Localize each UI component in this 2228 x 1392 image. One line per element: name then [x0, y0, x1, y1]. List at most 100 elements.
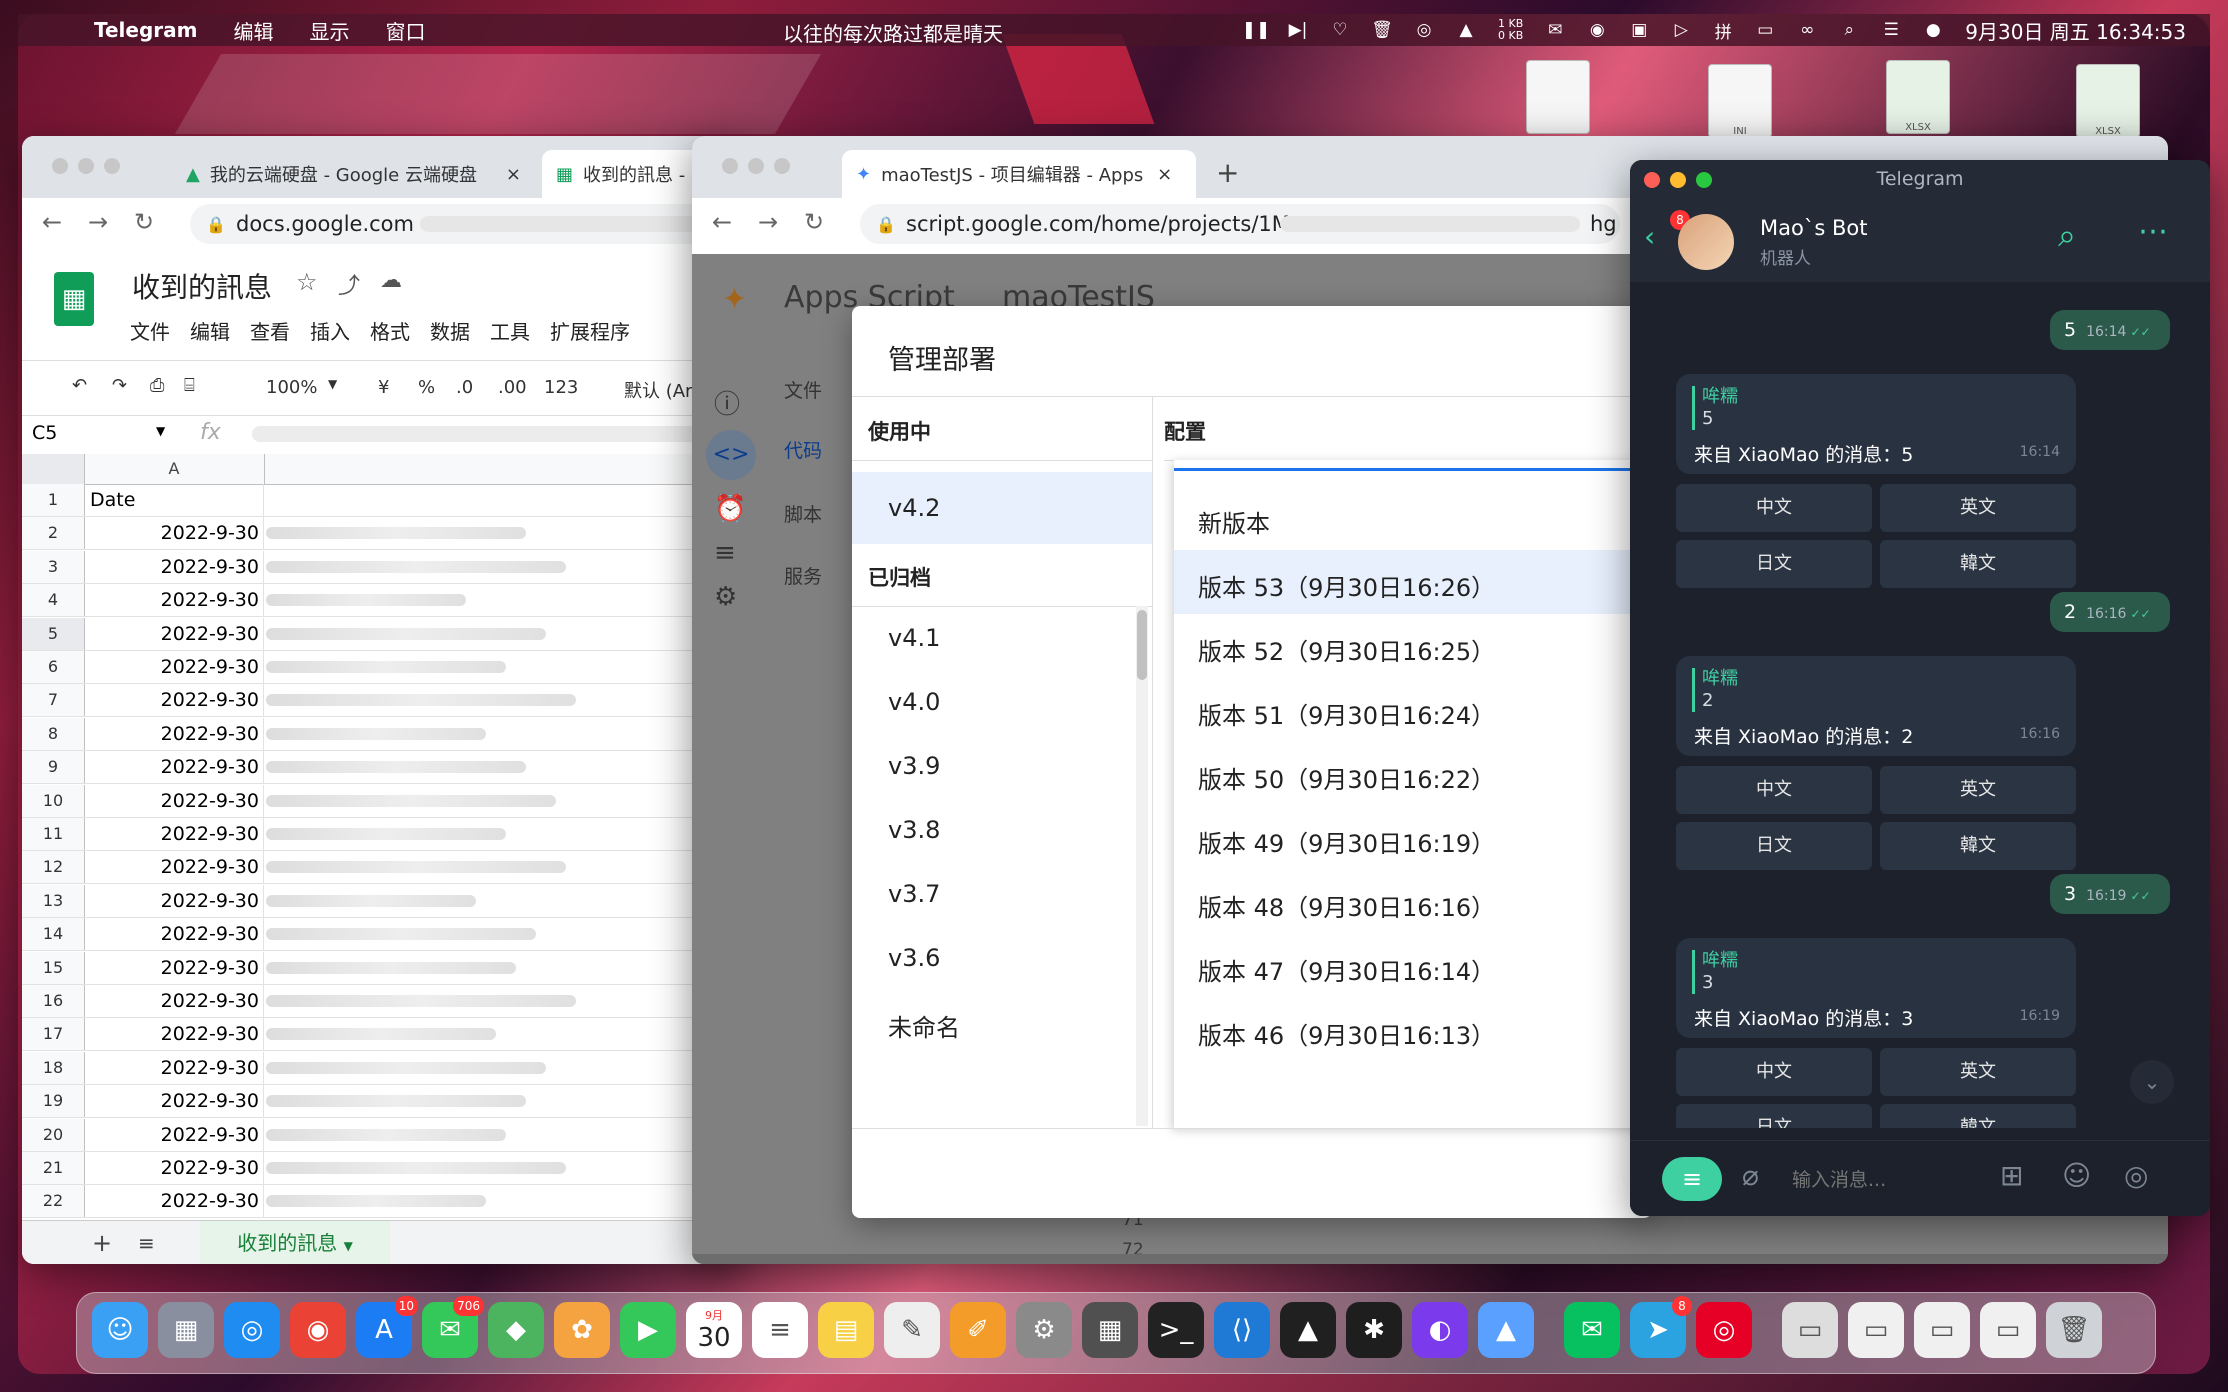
reply-author[interactable]: 哞糯	[1702, 664, 1738, 690]
currency-button[interactable]: ¥	[378, 377, 389, 398]
deployment-item[interactable]: v3.8	[888, 816, 940, 844]
forward-icon[interactable]: →	[88, 208, 108, 236]
cell-a[interactable]: 2022-9-30	[84, 1185, 264, 1218]
more-icon[interactable]: ⋯	[2138, 214, 2168, 249]
cell-a[interactable]: 2022-9-30	[84, 550, 264, 583]
decrease-decimal-button[interactable]: .0	[456, 377, 473, 398]
table-row[interactable]: 7 2022-9-30	[22, 684, 702, 718]
spray-icon[interactable]: ▲	[1456, 20, 1476, 40]
tab-drive[interactable]: ▲ 我的云端硬盘 - Google 云端硬盘 ×	[172, 150, 542, 198]
cell-a[interactable]: 2022-9-30	[84, 1152, 264, 1184]
facetime-icon[interactable]: ▶	[620, 1302, 676, 1358]
zoom-window-button[interactable]	[104, 158, 120, 174]
column-a-header[interactable]: A	[84, 454, 265, 484]
cell-a[interactable]: 2022-9-30	[84, 1118, 264, 1151]
menu-data[interactable]: 数据	[430, 316, 470, 345]
row-number[interactable]: 19	[22, 1085, 85, 1118]
inline-keyboard-button[interactable]: 英文	[1880, 484, 2076, 532]
row-number[interactable]: 3	[22, 550, 85, 583]
cell-a[interactable]: 2022-9-30	[84, 1018, 264, 1051]
cell-a[interactable]: 2022-9-30	[84, 951, 264, 984]
system-prefs-icon[interactable]: ⚙	[1016, 1302, 1072, 1358]
inline-keyboard-button[interactable]: 韓文	[1880, 540, 2076, 588]
deployment-item[interactable]: 未命名	[888, 1008, 960, 1043]
back-icon[interactable]: ←	[42, 208, 62, 236]
cell-a[interactable]: 2022-9-30	[84, 918, 264, 951]
inline-keyboard-button[interactable]: 英文	[1880, 766, 2076, 814]
menu-view[interactable]: 显示	[310, 16, 350, 45]
row-number[interactable]: 8	[22, 717, 85, 750]
table-row[interactable]: 4 2022-9-30	[22, 584, 702, 618]
inline-keyboard-button[interactable]: 中文	[1676, 766, 1872, 814]
row-number[interactable]: 9	[22, 751, 85, 784]
version-option[interactable]: 新版本	[1174, 486, 1652, 550]
deployment-item[interactable]: v3.7	[888, 880, 940, 908]
star-icon[interactable]: ☆	[296, 268, 318, 296]
back-icon[interactable]: ‹	[1644, 220, 1655, 253]
recent-doc-icon[interactable]: ▭	[1848, 1302, 1904, 1358]
cloud-icon[interactable]: ☁	[380, 268, 402, 293]
version-option[interactable]: 版本 49（9月30日16:19）	[1174, 806, 1652, 870]
info-icon[interactable]: ⓘ	[714, 384, 740, 421]
back-icon[interactable]: ←	[712, 208, 732, 236]
emoji-icon[interactable]: ☺	[2062, 1159, 2091, 1192]
row-number[interactable]: 22	[22, 1185, 85, 1218]
reply-author[interactable]: 哞糯	[1702, 382, 1738, 408]
link-icon[interactable]: ∞	[1797, 20, 1817, 40]
menu-edit[interactable]: 编辑	[190, 316, 230, 345]
figma-icon[interactable]: ✱	[1346, 1302, 1402, 1358]
chat-name[interactable]: Mao`s Bot	[1760, 216, 1867, 240]
table-row[interactable]: 8 2022-9-30	[22, 717, 702, 751]
table-row[interactable]: 12 2022-9-30	[22, 851, 702, 885]
row-number[interactable]: 18	[22, 1051, 85, 1084]
cell-a[interactable]: 2022-9-30	[84, 851, 264, 884]
recent-doc-icon[interactable]: ▭	[1980, 1302, 2036, 1358]
close-window-button[interactable]	[722, 158, 738, 174]
launchpad-icon[interactable]: ▦	[158, 1302, 214, 1358]
row-number[interactable]: 17	[22, 1018, 85, 1051]
control-center-icon[interactable]: ☰	[1881, 20, 1901, 40]
reload-icon[interactable]: ↻	[134, 208, 154, 236]
calculator-icon[interactable]: ▦	[1082, 1302, 1138, 1358]
table-row[interactable]: 5 2022-9-30	[22, 617, 702, 651]
menu-tools[interactable]: 工具	[490, 316, 530, 345]
deployment-item[interactable]: v4.0	[888, 688, 940, 716]
inline-keyboard-button[interactable]: 韓文	[1880, 1104, 2076, 1128]
finder-icon[interactable]: ☺	[92, 1302, 148, 1358]
reload-icon[interactable]: ↻	[804, 208, 824, 236]
notification-icon[interactable]: ◉	[1587, 20, 1607, 40]
cell-a[interactable]: 2022-9-30	[84, 684, 264, 717]
inline-keyboard-button[interactable]: 日文	[1676, 1104, 1872, 1128]
avatar[interactable]	[1678, 214, 1734, 270]
messages-icon[interactable]: ✉ 706	[422, 1296, 484, 1358]
recent-doc-icon[interactable]: ▭	[1914, 1302, 1970, 1358]
triggers-icon[interactable]: ⏰	[714, 494, 746, 524]
deployment-item[interactable]: v3.9	[888, 752, 940, 780]
undo-icon[interactable]: ↶	[72, 375, 87, 396]
table-row[interactable]: 2 2022-9-30	[22, 517, 702, 551]
percent-button[interactable]: %	[418, 377, 435, 398]
inline-keyboard-button[interactable]: 英文	[1880, 1048, 2076, 1096]
new-tab-icon[interactable]: +	[1216, 156, 1239, 189]
maps-icon[interactable]: ◆	[488, 1302, 544, 1358]
pages-icon[interactable]: ✐	[950, 1302, 1006, 1358]
incoming-message[interactable]: 哞糯 5 来自 XiaoMao 的消息：5 16:14	[1676, 374, 2076, 474]
cell-a[interactable]: 2022-9-30	[84, 517, 264, 550]
cell-a[interactable]: 2022-9-30	[84, 985, 264, 1017]
trash-icon[interactable]: 🗑	[2046, 1302, 2102, 1358]
zoom-select[interactable]: 100%	[266, 377, 317, 398]
sheet-tab[interactable]: 收到的訊息 ▼	[200, 1221, 390, 1264]
cell-a[interactable]: Date	[84, 484, 264, 516]
table-row[interactable]: 19 2022-9-30	[22, 1085, 702, 1119]
move-icon[interactable]: ⤴	[338, 268, 360, 300]
row-number[interactable]: 14	[22, 918, 85, 951]
deployment-item[interactable]: v4.1	[888, 624, 940, 652]
cell-a[interactable]: 2022-9-30	[84, 751, 264, 784]
table-row[interactable]: 9 2022-9-30	[22, 751, 702, 785]
next-track-icon[interactable]: ▶|	[1288, 20, 1308, 40]
clock[interactable]: 9月30日 周五 16:34:53	[1965, 16, 2186, 45]
row-number[interactable]: 7	[22, 684, 85, 717]
deployment-item-active[interactable]: v4.2	[852, 472, 1152, 544]
trash-icon[interactable]: 🗑	[1371, 20, 1393, 40]
message-input[interactable]	[1790, 1161, 1994, 1199]
